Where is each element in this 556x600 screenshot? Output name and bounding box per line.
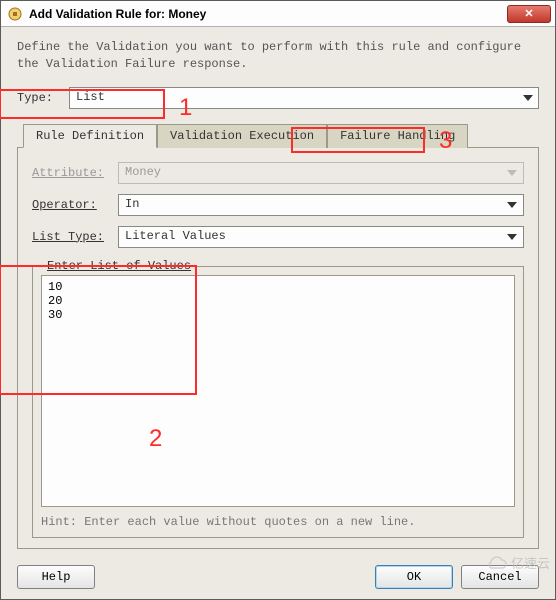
list-values-textarea[interactable]: 10 20 30 bbox=[41, 275, 515, 507]
dialog-description: Define the Validation you want to perfor… bbox=[17, 39, 539, 73]
operator-row: Operator: In bbox=[32, 194, 524, 216]
tab-validation-execution[interactable]: Validation Execution bbox=[157, 124, 327, 148]
tabs-container: Rule Definition Validation Execution Fai… bbox=[17, 123, 539, 549]
list-type-value: Literal Values bbox=[125, 229, 226, 243]
titlebar: Add Validation Rule for: Money ✕ bbox=[1, 1, 555, 27]
ok-button[interactable]: OK bbox=[375, 565, 453, 589]
close-button[interactable]: ✕ bbox=[507, 5, 551, 23]
list-type-select[interactable]: Literal Values bbox=[118, 226, 524, 248]
operator-label: Operator: bbox=[32, 198, 118, 212]
window-title: Add Validation Rule for: Money bbox=[29, 7, 206, 21]
type-label: Type: bbox=[17, 91, 69, 105]
close-icon: ✕ bbox=[524, 7, 533, 20]
list-type-label: List Type: bbox=[32, 230, 118, 244]
watermark: 亿速云 bbox=[485, 553, 550, 572]
tab-failure-handling[interactable]: Failure Handling bbox=[327, 124, 468, 148]
type-select[interactable]: List bbox=[69, 87, 539, 109]
list-values-legend: Enter List of Values bbox=[43, 259, 195, 273]
list-values-fieldset: Enter List of Values 10 20 30 Hint: Ente… bbox=[32, 266, 524, 538]
dialog-window: Add Validation Rule for: Money ✕ Define … bbox=[0, 0, 556, 600]
list-type-row: List Type: Literal Values bbox=[32, 226, 524, 248]
tab-list: Rule Definition Validation Execution Fai… bbox=[23, 123, 539, 147]
tab-panel-rule-definition: Attribute: Money Operator: In List Type: bbox=[17, 147, 539, 549]
app-icon bbox=[7, 6, 23, 22]
tab-rule-definition[interactable]: Rule Definition bbox=[23, 124, 157, 148]
content-area: Define the Validation you want to perfor… bbox=[1, 27, 555, 557]
button-row: Help OK Cancel bbox=[1, 557, 555, 599]
list-values-hint: Hint: Enter each value without quotes on… bbox=[41, 515, 515, 529]
type-value: List bbox=[76, 90, 105, 104]
attribute-label: Attribute: bbox=[32, 166, 118, 180]
type-row: Type: List bbox=[17, 87, 539, 109]
operator-value: In bbox=[125, 197, 139, 211]
attribute-select: Money bbox=[118, 162, 524, 184]
attribute-row: Attribute: Money bbox=[32, 162, 524, 184]
cloud-icon bbox=[485, 555, 507, 571]
attribute-value: Money bbox=[125, 165, 161, 179]
operator-select[interactable]: In bbox=[118, 194, 524, 216]
help-button[interactable]: Help bbox=[17, 565, 95, 589]
